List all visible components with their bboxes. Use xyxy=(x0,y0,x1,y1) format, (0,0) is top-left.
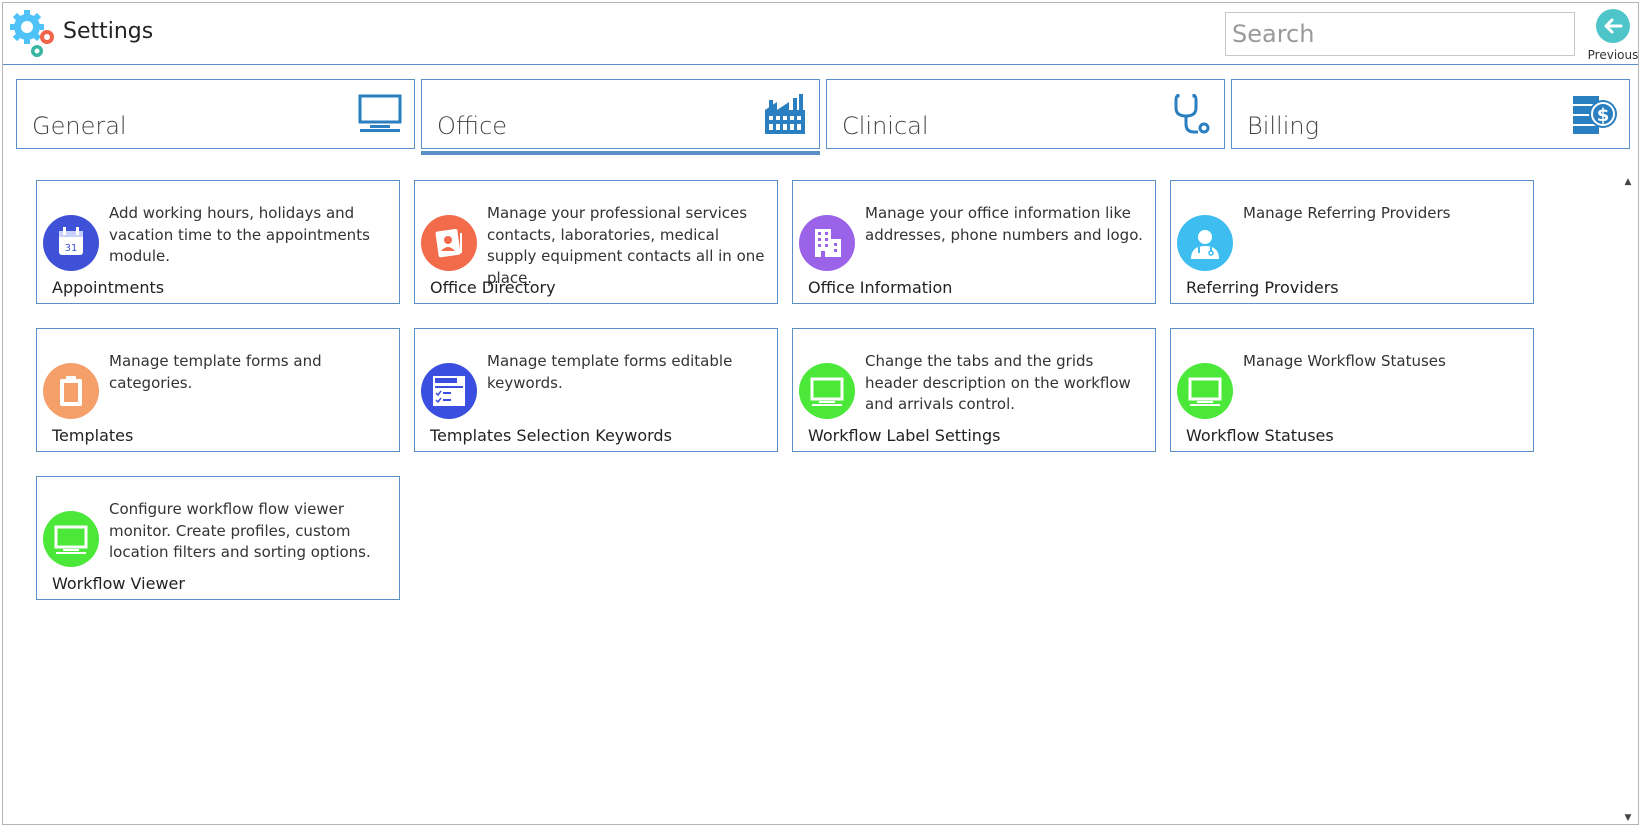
tile-title: Referring Providers xyxy=(1186,278,1339,297)
category-tabs: General Office Clinical Billing $ xyxy=(16,79,1630,155)
svg-text:31: 31 xyxy=(65,243,78,254)
tile-description: Manage template forms and categories. xyxy=(109,352,322,392)
form-checklist-icon xyxy=(421,363,477,419)
tab-label: Office xyxy=(437,112,508,140)
doctor-icon xyxy=(1177,215,1233,271)
tile-workflow-viewer[interactable]: Configure workflow flow viewer monitor. … xyxy=(36,476,400,600)
tile-title: Templates Selection Keywords xyxy=(430,426,672,445)
gears-icon xyxy=(10,10,54,57)
tile-title: Workflow Label Settings xyxy=(808,426,1001,445)
tile-description: Change the tabs and the grids header des… xyxy=(865,352,1131,413)
tile-appointments[interactable]: 31 Add working hours, holidays and vacat… xyxy=(36,180,400,304)
previous-button[interactable]: Previous xyxy=(1585,7,1641,63)
building-icon xyxy=(799,215,855,271)
tab-general[interactable]: General xyxy=(16,79,415,149)
previous-label: Previous xyxy=(1587,48,1639,62)
header-bar: Settings Previous xyxy=(3,3,1638,65)
tile-workflow-statuses[interactable]: Manage Workflow Statuses Workflow Status… xyxy=(1170,328,1534,452)
tab-label: Billing xyxy=(1247,112,1319,140)
tile-office-information[interactable]: Manage your office information like addr… xyxy=(792,180,1156,304)
tile-description: Manage Workflow Statuses xyxy=(1243,352,1446,370)
tile-workflow-label-settings[interactable]: Change the tabs and the grids header des… xyxy=(792,328,1156,452)
stethoscope-icon xyxy=(1174,94,1210,134)
tile-title: Workflow Statuses xyxy=(1186,426,1334,445)
tile-description: Configure workflow flow viewer monitor. … xyxy=(109,500,371,561)
tile-templates[interactable]: Manage template forms and categories. Te… xyxy=(36,328,400,452)
tile-description: Add working hours, holidays and vacation… xyxy=(109,204,370,265)
tile-title: Office Information xyxy=(808,278,953,297)
tile-title: Office Directory xyxy=(430,278,556,297)
tile-title: Templates xyxy=(52,426,134,445)
tab-billing[interactable]: Billing $ xyxy=(1231,79,1630,149)
contact-card-icon xyxy=(421,215,477,271)
settings-window: Settings Previous General Office xyxy=(2,2,1639,825)
tile-title: Appointments xyxy=(52,278,165,297)
monitor-icon xyxy=(1177,363,1233,419)
search-box[interactable] xyxy=(1225,12,1575,56)
tab-label: General xyxy=(32,112,127,140)
tile-description: Manage your office information like addr… xyxy=(865,204,1143,244)
monitor-icon xyxy=(799,363,855,419)
monitor-icon xyxy=(358,94,402,132)
clipboard-icon xyxy=(43,363,99,419)
tile-description: Manage template forms editable keywords. xyxy=(487,352,733,392)
tile-referring-providers[interactable]: Manage Referring Providers Referring Pro… xyxy=(1170,180,1534,304)
tab-clinical[interactable]: Clinical xyxy=(826,79,1225,149)
search-input[interactable] xyxy=(1232,13,1568,55)
settings-tiles: 31 Add working hours, holidays and vacat… xyxy=(3,169,1623,819)
tab-office[interactable]: Office xyxy=(421,79,820,155)
page-title: Settings xyxy=(63,19,154,44)
tab-label: Clinical xyxy=(842,112,929,140)
tile-title: Workflow Viewer xyxy=(52,574,185,593)
scroll-down-arrow-icon[interactable]: ▼ xyxy=(1621,811,1635,825)
factory-icon xyxy=(765,94,805,134)
tile-description: Manage your professional services contac… xyxy=(487,204,765,287)
calendar-icon: 31 xyxy=(43,215,99,271)
vertical-scrollbar[interactable]: ▲ ▼ xyxy=(1621,175,1635,825)
monitor-icon xyxy=(43,511,99,567)
tile-office-directory[interactable]: Manage your professional services contac… xyxy=(414,180,778,304)
billing-dollar-icon: $ xyxy=(1573,96,1617,134)
scroll-up-arrow-icon[interactable]: ▲ xyxy=(1621,175,1635,189)
svg-text:$: $ xyxy=(1597,105,1610,126)
tile-templates-selection-keywords[interactable]: Manage template forms editable keywords.… xyxy=(414,328,778,452)
back-arrow-icon xyxy=(1596,9,1630,43)
tile-description: Manage Referring Providers xyxy=(1243,204,1451,222)
